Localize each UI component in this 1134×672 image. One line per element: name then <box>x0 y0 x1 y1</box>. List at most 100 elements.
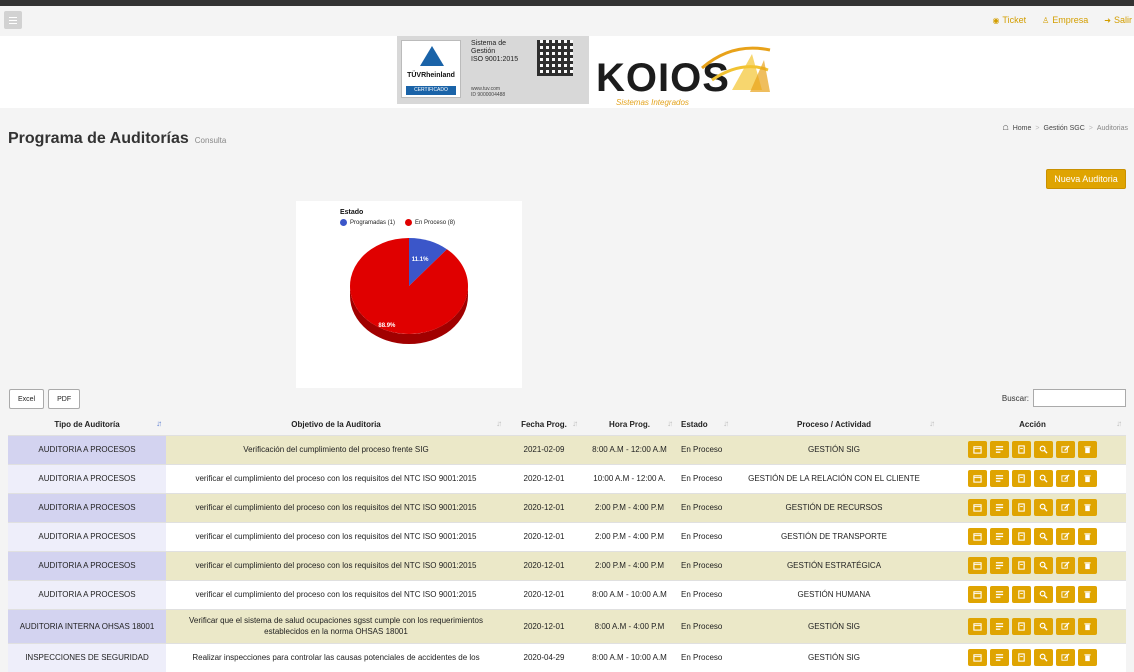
document-button[interactable] <box>1012 617 1031 635</box>
trash-button[interactable] <box>1078 441 1097 458</box>
column-header-accion[interactable]: Acción ↓↑ <box>939 414 1126 435</box>
document-button[interactable] <box>1012 528 1031 545</box>
list-button[interactable] <box>990 649 1009 667</box>
edit-button[interactable] <box>1056 528 1075 545</box>
calendar-icon <box>973 591 982 599</box>
column-header-fecha[interactable]: Fecha Prog. ↓↑ <box>506 414 582 435</box>
trash-button[interactable] <box>1078 470 1097 487</box>
column-header-tipo[interactable]: Tipo de Auditoría ↓↑ <box>8 414 166 435</box>
column-header-objetivo[interactable]: Objetivo de la Auditoria ↓↑ <box>166 414 506 435</box>
trash-button[interactable] <box>1078 649 1097 667</box>
sun-rays-icon <box>701 46 771 92</box>
list-button[interactable] <box>990 470 1009 487</box>
edit-button[interactable] <box>1056 586 1075 603</box>
column-header-proceso[interactable]: Proceso / Actividad ↓↑ <box>729 414 939 435</box>
calendar-button[interactable] <box>968 557 987 574</box>
logo-band: TÜVRheinland CERTIFICADO Sistema de Gest… <box>0 36 1134 108</box>
cell-estado: En Proceso <box>677 579 729 609</box>
cell-objetivo: verificar el cumplimiento del proceso co… <box>166 550 506 580</box>
search-button[interactable] <box>1034 470 1053 487</box>
calendar-button[interactable] <box>968 649 987 667</box>
trash-button[interactable] <box>1078 499 1097 516</box>
search-button[interactable] <box>1034 441 1053 458</box>
search-button[interactable] <box>1034 586 1053 603</box>
calendar-button[interactable] <box>968 617 987 635</box>
cell-objetivo: Verificar que el sistema de salud ocupac… <box>166 608 506 643</box>
calendar-button[interactable] <box>968 441 987 458</box>
document-button[interactable] <box>1012 499 1031 516</box>
list-button[interactable] <box>990 499 1009 516</box>
search-label: Buscar: <box>1001 393 1029 403</box>
trash-icon <box>1084 446 1091 454</box>
list-button[interactable] <box>990 528 1009 545</box>
empresa-link[interactable]: ♙ Empresa <box>1042 15 1088 25</box>
cell-estado: En Proceso <box>677 492 729 522</box>
search-icon <box>1039 503 1048 512</box>
cell-estado: En Proceso <box>677 521 729 551</box>
list-button[interactable] <box>990 557 1009 574</box>
search-button[interactable] <box>1034 557 1053 574</box>
calendar-button[interactable] <box>968 586 987 603</box>
search-button[interactable] <box>1034 617 1053 635</box>
trash-button[interactable] <box>1078 586 1097 603</box>
edit-button[interactable] <box>1056 499 1075 516</box>
pie-slice-en-proceso[interactable] <box>350 238 468 334</box>
edit-button[interactable] <box>1056 617 1075 635</box>
cell-estado: En Proceso <box>677 550 729 580</box>
column-header-estado[interactable]: Estado ↓↑ <box>677 414 729 435</box>
hamburger-menu-icon[interactable] <box>4 11 22 29</box>
breadcrumb-home[interactable]: Home <box>1013 125 1032 132</box>
document-button[interactable] <box>1012 557 1031 574</box>
new-audit-button[interactable]: Nueva Auditoria <box>1046 169 1126 189</box>
cell-hora: 2:00 P.M - 4:00 P.M <box>582 521 677 551</box>
cell-fecha: 2020-12-01 <box>506 463 582 493</box>
calendar-button[interactable] <box>968 528 987 545</box>
salir-link[interactable]: ➜ Salir <box>1104 15 1132 25</box>
edit-icon <box>1061 532 1070 540</box>
document-icon <box>1018 561 1025 570</box>
cell-fecha: 2020-12-01 <box>506 550 582 580</box>
trash-button[interactable] <box>1078 557 1097 574</box>
document-icon <box>1018 532 1025 541</box>
search-button[interactable] <box>1034 499 1053 516</box>
breadcrumb-gestion[interactable]: Gestión SGC <box>1044 125 1085 132</box>
document-button[interactable] <box>1012 649 1031 667</box>
list-icon <box>995 622 1004 630</box>
ticket-link[interactable]: ◉ Ticket <box>992 15 1026 25</box>
trash-button[interactable] <box>1078 617 1097 635</box>
cell-fecha: 2020-12-01 <box>506 579 582 609</box>
search-button[interactable] <box>1034 649 1053 667</box>
excel-button[interactable]: Excel <box>9 389 45 409</box>
calendar-button[interactable] <box>968 470 987 487</box>
home-icon: ☖ <box>1002 125 1009 132</box>
document-icon <box>1018 590 1025 599</box>
edit-button[interactable] <box>1056 557 1075 574</box>
tuv-line-2: Gestión <box>471 48 496 55</box>
trash-button[interactable] <box>1078 528 1097 545</box>
trash-icon <box>1084 654 1091 662</box>
ticket-icon: ◉ <box>992 15 1000 25</box>
search-input[interactable] <box>1033 389 1126 407</box>
list-button[interactable] <box>990 617 1009 635</box>
document-button[interactable] <box>1012 586 1031 603</box>
list-button[interactable] <box>990 441 1009 458</box>
edit-button[interactable] <box>1056 441 1075 458</box>
search-icon <box>1039 532 1048 541</box>
pdf-button[interactable]: PDF <box>48 389 81 409</box>
edit-button[interactable] <box>1056 470 1075 487</box>
list-icon <box>995 591 1004 598</box>
cell-hora: 2:00 P.M - 4:00 P.M <box>582 492 677 522</box>
search-button[interactable] <box>1034 528 1053 545</box>
top-links: ◉ Ticket ♙ Empresa ➜ Salir <box>992 15 1134 25</box>
cell-tipo: AUDITORIA A PROCESOS <box>8 492 166 522</box>
calendar-button[interactable] <box>968 499 987 516</box>
list-icon <box>995 654 1004 662</box>
list-button[interactable] <box>990 586 1009 603</box>
list-icon <box>995 504 1004 511</box>
edit-button[interactable] <box>1056 649 1075 667</box>
search-icon <box>1039 561 1048 570</box>
document-button[interactable] <box>1012 470 1031 487</box>
column-header-hora[interactable]: Hora Prog. ↓↑ <box>582 414 677 435</box>
search-icon <box>1039 622 1048 631</box>
document-button[interactable] <box>1012 441 1031 458</box>
